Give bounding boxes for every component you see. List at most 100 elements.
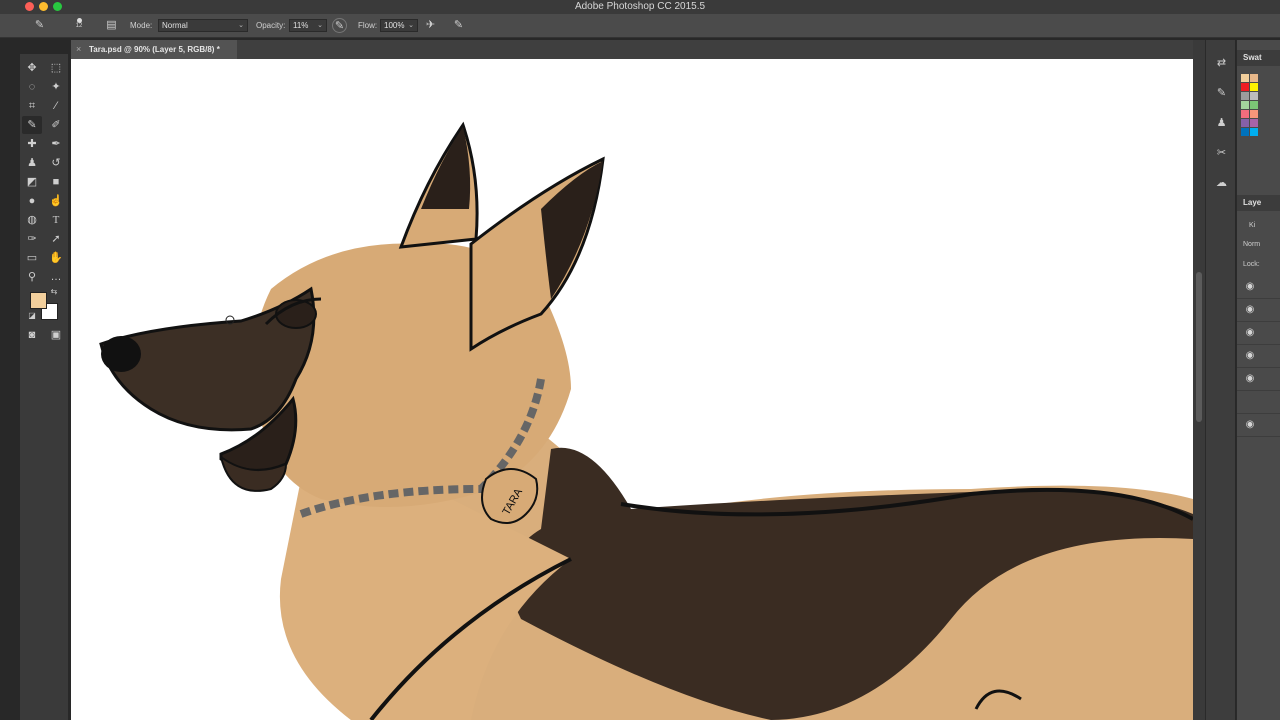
- default-colors-icon[interactable]: ◪: [26, 310, 38, 322]
- layer-row[interactable]: ◉: [1237, 276, 1280, 299]
- brush-panel-toggle-icon[interactable]: ▤: [104, 18, 119, 33]
- pressure-opacity-icon[interactable]: ✎: [332, 18, 347, 33]
- layer-row[interactable]: [1237, 391, 1280, 414]
- clone-source-icon[interactable]: ♟: [1214, 116, 1229, 131]
- crop-icon[interactable]: ⌗: [22, 97, 42, 115]
- color-swatch[interactable]: [1250, 83, 1258, 91]
- more-tools-icon[interactable]: …: [46, 268, 66, 286]
- color-swatch[interactable]: [1241, 110, 1249, 118]
- layer-row[interactable]: ◉: [1237, 345, 1280, 368]
- lasso-icon[interactable]: ◌: [22, 78, 42, 96]
- eye-icon[interactable]: ◉: [1243, 418, 1257, 432]
- pencil-icon[interactable]: ✐: [46, 116, 66, 134]
- brush-presets-icon[interactable]: ✎: [1214, 86, 1229, 101]
- brush-size-value: 12: [75, 23, 83, 29]
- layers-filter-label[interactable]: Ki: [1249, 222, 1255, 229]
- color-swatch[interactable]: [1241, 128, 1249, 136]
- color-swatch[interactable]: [1241, 83, 1249, 91]
- opacity-label: Opacity:: [256, 21, 286, 30]
- pressure-size-icon[interactable]: ✎: [451, 18, 466, 33]
- libraries-icon[interactable]: ☁: [1214, 176, 1229, 191]
- eyedropper-icon[interactable]: ⁄: [46, 97, 66, 115]
- eye-icon[interactable]: ◉: [1243, 326, 1257, 340]
- opacity-field[interactable]: 11% ⌄: [289, 19, 327, 32]
- layers-tab[interactable]: Laye: [1237, 195, 1280, 211]
- rectangle-icon[interactable]: ▭: [22, 249, 42, 267]
- healing-icon[interactable]: ✚: [22, 135, 42, 153]
- document-tab-title: Tara.psd @ 90% (Layer 5, RGB/8) *: [89, 45, 220, 54]
- mode-value: Normal: [162, 21, 188, 30]
- history-brush-icon[interactable]: ↺: [46, 154, 66, 172]
- gradient-icon[interactable]: ■: [46, 173, 66, 191]
- eye-icon[interactable]: ◉: [1243, 280, 1257, 294]
- tools-panel: ✥ ⬚ ◌ ✦ ⌗ ⁄ ✎ ✐ ✚ ✒ ♟ ↺ ◩ ■ ● ☝ ◍ T ✑ ➚ …: [20, 54, 68, 720]
- type-icon[interactable]: T: [46, 211, 66, 229]
- color-swatch[interactable]: [1250, 74, 1258, 82]
- flow-label: Flow:: [358, 21, 378, 30]
- color-swatch[interactable]: [1250, 101, 1258, 109]
- quick-select-icon[interactable]: ✦: [46, 78, 66, 96]
- brush-tool-preset-icon[interactable]: ✎: [32, 18, 47, 33]
- color-swatch[interactable]: [1250, 92, 1258, 100]
- brush-icon[interactable]: ✎: [22, 116, 42, 134]
- color-swatch[interactable]: [1241, 74, 1249, 82]
- chevron-down-icon: ⌄: [238, 22, 244, 29]
- swatches-tab[interactable]: Swat: [1237, 50, 1280, 66]
- panel-dock: ⇄ ✎ ♟ ✂ ☁: [1205, 40, 1235, 720]
- path-select-icon[interactable]: ➚: [46, 230, 66, 248]
- eye-icon[interactable]: ◉: [1243, 349, 1257, 363]
- smudge-icon[interactable]: ☝: [46, 192, 66, 210]
- dog-right-ear-inner: [541, 161, 603, 299]
- color-swatch[interactable]: [1241, 92, 1249, 100]
- dog-nose: [101, 336, 141, 372]
- close-icon[interactable]: ×: [76, 44, 81, 54]
- color-swatch[interactable]: [1250, 110, 1258, 118]
- lock-label: Lock:: [1243, 261, 1260, 268]
- color-swatch[interactable]: [1250, 119, 1258, 127]
- mode-dropdown[interactable]: Normal ⌄: [158, 19, 248, 32]
- scrollbar-thumb[interactable]: [1196, 272, 1202, 422]
- options-bar: ✎ 12 ▤ Mode: Normal ⌄ Opacity: 11% ⌄ ✎ F…: [0, 14, 1280, 38]
- dog-artwork: TARA: [99, 121, 1193, 720]
- flow-value: 100%: [384, 21, 405, 30]
- eye-icon[interactable]: ◉: [1243, 372, 1257, 386]
- chevron-down-icon: ⌄: [317, 22, 323, 29]
- swap-colors-icon[interactable]: ⇆: [48, 286, 60, 298]
- layer-row[interactable]: ◉: [1237, 368, 1280, 391]
- mixer-brush-icon[interactable]: ✒: [46, 135, 66, 153]
- document-tab[interactable]: × Tara.psd @ 90% (Layer 5, RGB/8) *: [71, 40, 237, 59]
- marquee-icon[interactable]: ⬚: [46, 59, 66, 77]
- quick-mask-icon[interactable]: ◙: [22, 326, 42, 344]
- chevron-down-icon: ⌄: [408, 22, 414, 29]
- move-icon[interactable]: ✥: [22, 59, 42, 77]
- hand-icon[interactable]: ✋: [46, 249, 66, 267]
- dodge-icon[interactable]: ◍: [22, 211, 42, 229]
- zoom-icon[interactable]: ⚲: [22, 268, 42, 286]
- app-title: Adobe Photoshop CC 2015.5: [574, 1, 706, 12]
- blur-icon[interactable]: ●: [22, 192, 42, 210]
- color-swatch[interactable]: [1241, 119, 1249, 127]
- history-icon[interactable]: ⇄: [1214, 56, 1229, 71]
- airbrush-icon[interactable]: ✈: [423, 18, 438, 33]
- tool-presets-icon[interactable]: ✂: [1214, 146, 1229, 161]
- eraser-icon[interactable]: ◩: [22, 173, 42, 191]
- brush-size-picker[interactable]: 12: [72, 16, 86, 31]
- mode-label: Mode:: [130, 21, 153, 30]
- dog-left-ear-inner: [421, 127, 471, 209]
- flow-field[interactable]: 100% ⌄: [380, 19, 418, 32]
- right-panels: Swat Laye Ki Norm Lock: ◉ ◉ ◉ ◉ ◉ ◉: [1236, 40, 1280, 720]
- document-canvas[interactable]: TARA: [71, 59, 1193, 720]
- layer-row[interactable]: ◉: [1237, 322, 1280, 345]
- stamp-icon[interactable]: ♟: [22, 154, 42, 172]
- color-swatch[interactable]: [1241, 101, 1249, 109]
- title-bar: Adobe Photoshop CC 2015.5: [0, 0, 1280, 14]
- foreground-color-swatch[interactable]: [30, 292, 47, 309]
- screen-mode-icon[interactable]: ▣: [46, 326, 66, 344]
- document-tab-bar: × Tara.psd @ 90% (Layer 5, RGB/8) *: [71, 40, 1193, 59]
- blend-mode-select[interactable]: Norm: [1243, 241, 1260, 248]
- eye-icon[interactable]: ◉: [1243, 303, 1257, 317]
- layer-row[interactable]: ◉: [1237, 414, 1280, 437]
- layer-row[interactable]: ◉: [1237, 299, 1280, 322]
- color-swatch[interactable]: [1250, 128, 1258, 136]
- pen-icon[interactable]: ✑: [22, 230, 42, 248]
